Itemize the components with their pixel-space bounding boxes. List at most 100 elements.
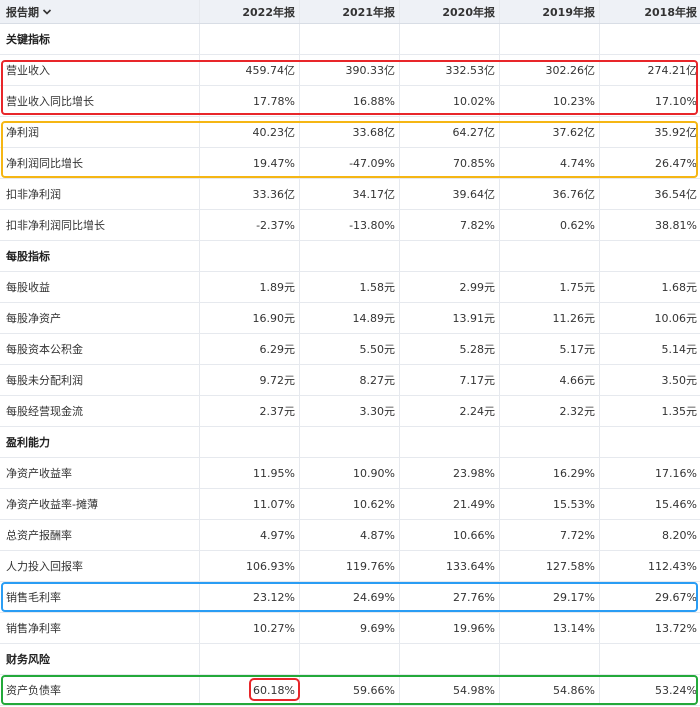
value-cell: 1.75元 <box>500 272 600 302</box>
year-column-header[interactable]: 2019年报 <box>500 0 600 23</box>
value-cell <box>600 427 700 457</box>
value-cell: 34.17亿 <box>300 179 400 209</box>
value-cell: 16.88% <box>300 86 400 116</box>
table-row: 扣非净利润同比增长 -2.37% -13.80% 7.82% 0.62% 38.81% <box>0 210 700 241</box>
value-cell: 36.54亿 <box>654 188 698 201</box>
table-row: 净资产收益率 11.95% 10.90% 23.98% 16.29% 17.16% <box>0 458 700 489</box>
value-cell <box>400 241 500 271</box>
value-cell: 39.64亿 <box>400 179 500 209</box>
value-cell: -47.09% <box>300 148 400 178</box>
value-cell <box>200 427 300 457</box>
value-cell <box>500 24 600 54</box>
row-label: 每股收益 <box>0 272 200 302</box>
value-cell: 6.29元 <box>200 334 300 364</box>
table-row: 每股收益 1.89元 1.58元 2.99元 1.75元 1.68元 <box>0 272 700 303</box>
value-cell: 10.90% <box>300 458 400 488</box>
table-row: 每股未分配利润 9.72元 8.27元 7.17元 4.66元 3.50元 <box>0 365 700 396</box>
table-row: 每股经营现金流 2.37元 3.30元 2.24元 2.32元 1.35元 <box>0 396 700 427</box>
value-cell: 17.78% <box>200 86 300 116</box>
value-cell: 4.74% <box>500 148 600 178</box>
row-label: 营业收入 <box>0 55 200 85</box>
value-cell: 10.02% <box>400 86 500 116</box>
period-selector[interactable]: 报告期 <box>0 0 200 23</box>
table-row: 资产负债率 60.18% 59.66% 54.98% 54.86% 53.24% <box>0 675 700 706</box>
value-cell: 33.68亿 <box>300 117 400 147</box>
value-cell: 332.53亿 <box>400 55 500 85</box>
value-cell: 3.50元 <box>661 374 698 387</box>
value-cell: 1.35元 <box>661 405 698 418</box>
value-cell: 59.66% <box>300 675 400 705</box>
value-cell: 2.24元 <box>400 396 500 426</box>
value-cell: 5.28元 <box>400 334 500 364</box>
value-cell <box>500 427 600 457</box>
table-row: 每股净资产 16.90元 14.89元 13.91元 11.26元 10.06元 <box>0 303 700 334</box>
row-label: 扣非净利润 <box>0 179 200 209</box>
value-cell: -13.80% <box>300 210 400 240</box>
section-title: 每股指标 <box>0 241 200 271</box>
row-label: 每股经营现金流 <box>0 396 200 426</box>
value-cell: -2.37% <box>200 210 300 240</box>
value-cell: 16.90元 <box>200 303 300 333</box>
value-cell: 1.89元 <box>200 272 300 302</box>
table-header: 报告期 2022年报 2021年报 2020年报 2019年报 2018年报 <box>0 0 700 24</box>
row-label: 营业收入同比增长 <box>0 86 200 116</box>
section-header-row: 财务风险 <box>0 644 700 675</box>
value-cell: 2.32元 <box>500 396 600 426</box>
table-row: 每股资本公积金 6.29元 5.50元 5.28元 5.17元 5.14元 <box>0 334 700 365</box>
value-cell: 21.49% <box>400 489 500 519</box>
row-label: 人力投入回报率 <box>0 551 200 581</box>
value-cell: 10.23% <box>500 86 600 116</box>
year-column-header[interactable]: 2021年报 <box>300 0 400 23</box>
year-column-header[interactable]: 2020年报 <box>400 0 500 23</box>
table-row: 扣非净利润 33.36亿 34.17亿 39.64亿 36.76亿 36.54亿 <box>0 179 700 210</box>
table-row: 营业收入同比增长 17.78% 16.88% 10.02% 10.23% 17.10% <box>0 86 700 117</box>
table-row: 净利润同比增长 19.47% -47.09% 70.85% 4.74% 26.47% <box>0 148 700 179</box>
value-cell: 1.58元 <box>300 272 400 302</box>
value-cell: 3.30元 <box>300 396 400 426</box>
value-cell: 4.66元 <box>500 365 600 395</box>
section-header-row: 关键指标 <box>0 24 700 55</box>
value-cell: 302.26亿 <box>500 55 600 85</box>
value-cell: 5.14元 <box>661 343 698 356</box>
table-row: 净利润 40.23亿 33.68亿 64.27亿 37.62亿 35.92亿 <box>0 117 700 148</box>
value-cell: 35.92亿 <box>654 126 698 139</box>
table-row: 净资产收益率-摊薄 11.07% 10.62% 21.49% 15.53% 15.46% <box>0 489 700 520</box>
value-cell: 10.27% <box>200 613 300 643</box>
value-cell <box>200 644 300 674</box>
year-column-header[interactable]: 2018年报 <box>600 0 700 23</box>
period-label: 报告期 <box>6 5 39 19</box>
row-label: 净利润 <box>0 117 200 147</box>
value-cell: 10.06元 <box>654 312 698 325</box>
value-cell: 13.72% <box>655 621 697 635</box>
value-cell: 8.27元 <box>300 365 400 395</box>
value-cell: 19.47% <box>200 148 300 178</box>
value-cell: 119.76% <box>300 551 400 581</box>
value-cell: 24.69% <box>300 582 400 612</box>
value-cell <box>500 644 600 674</box>
row-label: 每股未分配利润 <box>0 365 200 395</box>
value-cell: 8.20% <box>662 528 697 542</box>
row-label: 每股净资产 <box>0 303 200 333</box>
value-cell: 40.23亿 <box>200 117 300 147</box>
value-cell: 70.85% <box>400 148 500 178</box>
value-cell: 23.12% <box>200 582 300 612</box>
value-cell: 17.16% <box>655 466 697 480</box>
value-cell <box>300 241 400 271</box>
value-cell: 112.43% <box>648 559 697 573</box>
table-body: 关键指标 营业收入 459.74亿 390.33亿 332.53亿 302.26亿 274.… <box>0 24 700 706</box>
year-column-header[interactable]: 2022年报 <box>200 0 300 23</box>
value-cell: 11.95% <box>200 458 300 488</box>
value-cell: 2.99元 <box>400 272 500 302</box>
chevron-down-icon <box>42 8 52 15</box>
value-cell: 64.27亿 <box>400 117 500 147</box>
row-label: 净资产收益率 <box>0 458 200 488</box>
value-cell: 60.18% <box>200 675 300 705</box>
value-cell: 1.68元 <box>661 281 698 294</box>
value-cell: 5.50元 <box>300 334 400 364</box>
value-cell: 5.17元 <box>500 334 600 364</box>
value-cell: 133.64% <box>400 551 500 581</box>
value-cell <box>400 644 500 674</box>
value-cell: 10.62% <box>300 489 400 519</box>
value-cell: 9.69% <box>300 613 400 643</box>
value-cell <box>300 24 400 54</box>
